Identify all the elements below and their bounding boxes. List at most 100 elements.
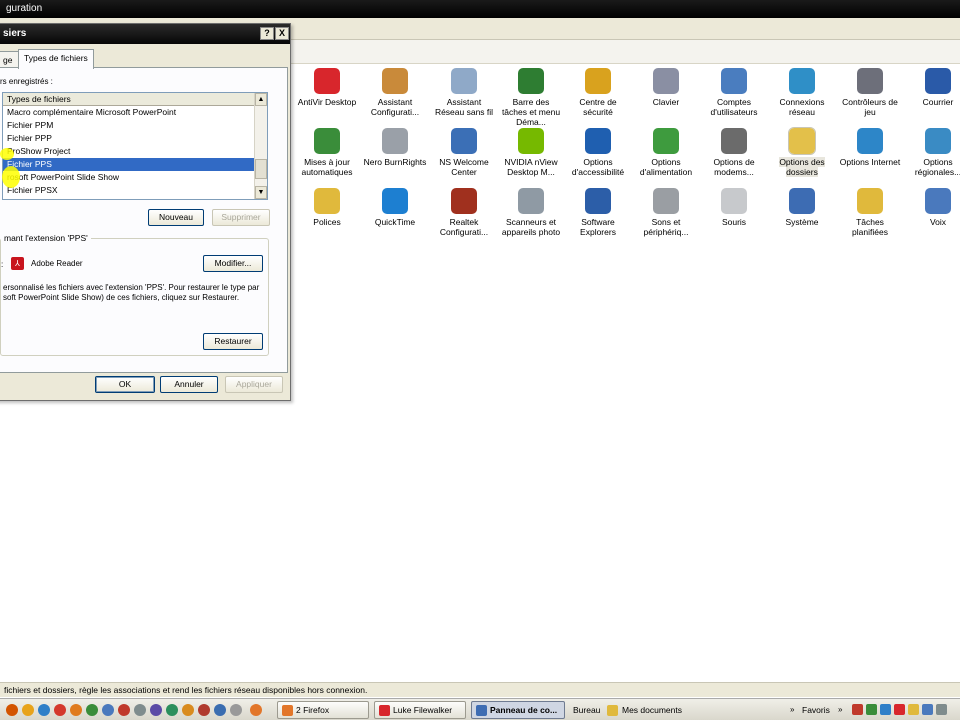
quicklaunch-8-icon[interactable] [118, 704, 130, 716]
firefox-quicklaunch-icon[interactable] [250, 704, 262, 716]
cp-item-software-explorer[interactable]: Software Explorers [566, 188, 630, 237]
tray-3-icon[interactable] [880, 704, 891, 715]
close-button[interactable]: X [275, 27, 289, 40]
chevron-icon[interactable]: » [790, 705, 794, 714]
cp-item-voice[interactable]: Voix [906, 188, 960, 227]
quicklaunch-14-icon[interactable] [214, 704, 226, 716]
taskbar: 2 Firefox Luke Filewalker Panneau de co.… [0, 698, 960, 720]
task-control-panel[interactable]: Panneau de co... [471, 701, 565, 719]
cp-item-internet-options[interactable]: Options Internet [838, 128, 902, 167]
cp-item-nvidia[interactable]: NVIDIA nView Desktop M... [499, 128, 563, 177]
chevron2-icon[interactable]: » [838, 705, 842, 714]
quicklaunch-11-icon[interactable] [166, 704, 178, 716]
scheduled-tasks-icon [857, 188, 883, 214]
quicklaunch-9-icon[interactable] [134, 704, 146, 716]
tab-general[interactable]: ge [0, 51, 19, 68]
task-luke-label: Luke Filewalker [393, 705, 453, 715]
cp-item-taskbar[interactable]: Barre des tâches et menu Déma... [499, 68, 563, 127]
cp-item-fonts-folder[interactable]: Polices [295, 188, 359, 227]
cp-item-network-globe[interactable]: Connexions réseau [770, 68, 834, 117]
bureau-toolbar[interactable]: Bureau [573, 705, 600, 715]
cp-item-welcome-center[interactable]: NS Welcome Center [432, 128, 496, 177]
quicklaunch-12-icon[interactable] [182, 704, 194, 716]
cancel-button[interactable]: Annuler [160, 376, 218, 393]
scroll-down-icon[interactable]: ▼ [255, 186, 267, 199]
cp-item-power[interactable]: Options d'alimentation [634, 128, 698, 177]
cp-item-speaker[interactable]: Realtek Configurati... [432, 188, 496, 237]
list-item[interactable]: ProShow Project [3, 145, 267, 158]
cp-item-shield[interactable]: Centre de sécurité [566, 68, 630, 117]
system-icon [789, 188, 815, 214]
tray-6-icon[interactable] [922, 704, 933, 715]
quicklaunch-1-icon[interactable] [6, 704, 18, 716]
list-item[interactable]: Macro complémentaire Microsoft PowerPoin… [3, 106, 267, 119]
cp-item-home-config[interactable]: Assistant Configurati... [363, 68, 427, 117]
list-item[interactable]: Fichier PPP [3, 132, 267, 145]
scroll-thumb[interactable] [255, 159, 267, 179]
help-button[interactable]: ? [260, 27, 274, 40]
ok-button[interactable]: OK [95, 376, 155, 393]
cp-item-sounds[interactable]: Sons et périphériq... [634, 188, 698, 237]
cp-item-label: Souris [721, 217, 747, 227]
tray-1-icon[interactable] [852, 704, 863, 715]
quicklaunch-7-icon[interactable] [102, 704, 114, 716]
taskbar-icon [518, 68, 544, 94]
cp-item-scanner[interactable]: Scanneurs et appareils photo [499, 188, 563, 237]
cp-item-users[interactable]: Comptes d'utilisateurs [702, 68, 766, 117]
status-text: fichiers et dossiers, règle les associat… [4, 685, 368, 695]
apply-button[interactable]: Appliquer [225, 376, 283, 393]
cp-item-regional[interactable]: Options régionales... [906, 128, 960, 177]
quicklaunch-10-icon[interactable] [150, 704, 162, 716]
list-column-header[interactable]: Types de fichiers [3, 93, 267, 106]
cp-item-label: Options des dossiers [779, 157, 825, 177]
control-panel-icon [476, 705, 487, 716]
cp-item-gamepad[interactable]: Contrôleurs de jeu [838, 68, 902, 117]
tab-file-types[interactable]: Types de fichiers [18, 49, 94, 69]
cp-item-mouse[interactable]: Souris [702, 188, 766, 227]
favorites-link[interactable]: Favoris [802, 705, 830, 715]
tray-7-icon[interactable] [936, 704, 947, 715]
list-item[interactable]: Fichier PPSX [3, 184, 267, 197]
delete-button[interactable]: Supprimer [212, 209, 270, 226]
fonts-folder-icon [314, 188, 340, 214]
quicklaunch-2-icon[interactable] [22, 704, 34, 716]
task-firefox[interactable]: 2 Firefox [277, 701, 369, 719]
tray-4-icon[interactable] [894, 704, 905, 715]
tray-2-icon[interactable] [866, 704, 877, 715]
list-item[interactable]: Fichier PPS [3, 158, 267, 171]
quicklaunch-5-icon[interactable] [70, 704, 82, 716]
cp-item-label: Options Internet [839, 157, 901, 167]
my-documents-link[interactable]: Mes documents [622, 705, 682, 715]
new-button[interactable]: Nouveau [148, 209, 204, 226]
cp-item-quicktime[interactable]: QuickTime [363, 188, 427, 227]
scroll-up-icon[interactable]: ▲ [255, 93, 267, 106]
cp-item-label: Software Explorers [580, 217, 616, 237]
quicklaunch-15-icon[interactable] [230, 704, 242, 716]
cp-item-wireless[interactable]: Assistant Réseau sans fil [432, 68, 496, 117]
quicklaunch-13-icon[interactable] [198, 704, 210, 716]
quicklaunch-4-icon[interactable] [54, 704, 66, 716]
restore-button[interactable]: Restaurer [203, 333, 263, 350]
tray-5-icon[interactable] [908, 704, 919, 715]
quicklaunch-3-icon[interactable] [38, 704, 50, 716]
list-item[interactable]: rosoft PowerPoint Slide Show [3, 171, 267, 184]
file-types-list[interactable]: Types de fichiers Macro complémentaire M… [2, 92, 268, 200]
task-luke-filewalker[interactable]: Luke Filewalker [374, 701, 466, 719]
cp-item-cd[interactable]: Nero BurnRights [363, 128, 427, 167]
list-item[interactable]: Fichier PPM [3, 119, 267, 132]
cp-item-folder-options[interactable]: Options des dossiers [770, 127, 834, 177]
nvidia-icon [518, 128, 544, 154]
cp-item-scheduled-tasks[interactable]: Tâches planifiées [838, 188, 902, 237]
quicklaunch-6-icon[interactable] [86, 704, 98, 716]
cp-item-windows-update[interactable]: Mises à jour automatiques [295, 128, 359, 177]
tab-general-label: ge [3, 55, 13, 65]
cp-item-mail[interactable]: Courrier [906, 68, 960, 107]
cp-item-system[interactable]: Système [770, 188, 834, 227]
cp-item-antivir[interactable]: AntiVir Desktop [295, 68, 359, 107]
cp-item-accessibility[interactable]: Options d'accessibilité [566, 128, 630, 177]
cp-item-modem[interactable]: Options de modems... [702, 128, 766, 177]
dialog-titlebar: siers ? X [0, 24, 290, 44]
modify-button[interactable]: Modifier... [203, 255, 263, 272]
cp-item-keyboard[interactable]: Clavier [634, 68, 698, 107]
list-scrollbar[interactable]: ▲ ▼ [254, 93, 267, 199]
